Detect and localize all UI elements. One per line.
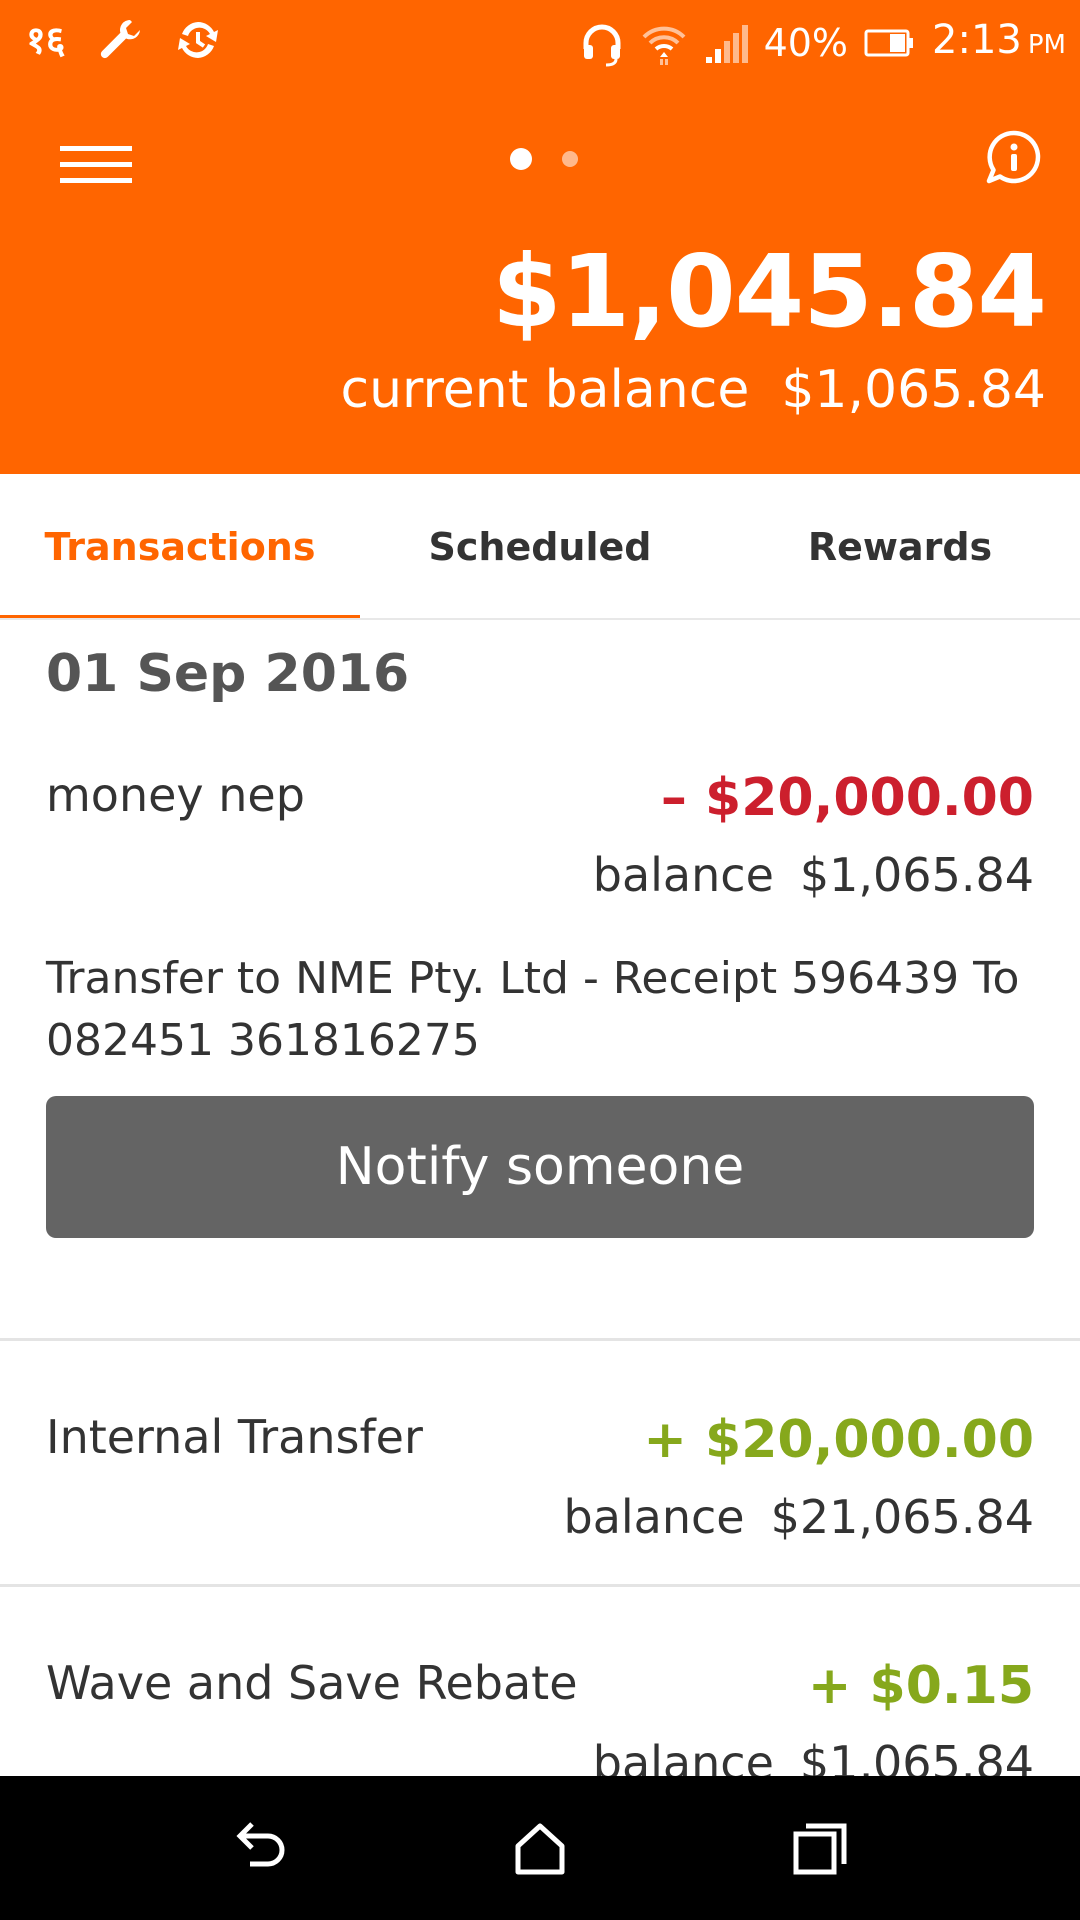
status-bar: १६ 40% 2:13 PM — [0, 0, 1080, 82]
transaction-name: money nep — [46, 768, 305, 822]
available-balance: $1,045.84 — [491, 233, 1047, 350]
wifi-icon — [642, 26, 686, 65]
tab-transactions[interactable]: Transactions — [0, 474, 360, 620]
current-balance-label: current balance — [340, 360, 750, 420]
info-chat-icon[interactable] — [984, 128, 1044, 188]
row-divider — [0, 1584, 1080, 1587]
hamburger-icon — [60, 146, 132, 183]
home-button[interactable] — [495, 1803, 585, 1893]
tab-rewards[interactable]: Rewards — [720, 474, 1080, 620]
date-header: 01 Sep 2016 — [46, 644, 410, 704]
transaction-name: Wave and Save Rebate — [46, 1656, 578, 1710]
transaction-balance: balance $21,065.84 — [564, 1490, 1035, 1544]
wrench-icon — [100, 20, 140, 59]
balance-value: $21,065.84 — [770, 1490, 1034, 1544]
tab-bar: Transactions Scheduled Rewards — [0, 474, 1080, 620]
signal-icon — [705, 24, 748, 63]
transaction-amount: + $0.15 — [807, 1656, 1034, 1716]
transaction-item[interactable]: Wave and Save Rebate + $0.15 balance $1,… — [0, 1656, 1080, 1776]
battery-icon — [864, 29, 914, 56]
current-balance-row: current balance $1,065.84 — [341, 358, 1047, 422]
transaction-amount: – $20,000.00 — [660, 768, 1034, 828]
home-icon — [515, 1823, 565, 1875]
recents-icon — [793, 1823, 847, 1875]
page-dot-active — [510, 148, 532, 170]
transaction-item[interactable]: money nep – $20,000.00 balance $1,065.84… — [0, 768, 1080, 1268]
tab-scheduled[interactable]: Scheduled — [360, 474, 720, 620]
status-bar-left: १६ — [26, 14, 222, 66]
transaction-name: Internal Transfer — [46, 1410, 423, 1464]
page-dot[interactable] — [562, 151, 578, 167]
balance-label: balance — [592, 1736, 774, 1776]
balance-label: balance — [563, 1490, 745, 1544]
transaction-balance: balance $1,065.84 — [593, 848, 1034, 902]
headset-icon — [583, 24, 621, 66]
transaction-item[interactable]: Internal Transfer + $20,000.00 balance $… — [0, 1410, 1080, 1570]
balance-header: $1,045.84 current balance $1,065.84 — [0, 82, 1080, 474]
back-button[interactable] — [215, 1803, 305, 1893]
balance-value: $1,065.84 — [799, 1736, 1034, 1776]
status-time: 2:13 PM — [932, 14, 1066, 71]
recents-button[interactable] — [775, 1803, 865, 1893]
balance-value: $1,065.84 — [799, 848, 1034, 902]
status-bar-right: 40% 2:13 PM — [578, 14, 1066, 71]
notification-glyph: १६ — [26, 18, 66, 62]
system-nav-bar — [0, 1776, 1080, 1920]
time-ampm: PM — [1027, 30, 1066, 60]
transaction-list[interactable]: 01 Sep 2016 money nep – $20,000.00 balan… — [0, 620, 1080, 1776]
time-value: 2:13 — [932, 17, 1022, 63]
transaction-amount: + $20,000.00 — [643, 1410, 1034, 1470]
transaction-description: Transfer to NME Pty. Ltd - Receipt 59643… — [46, 953, 1020, 1066]
balance-label: balance — [592, 848, 774, 902]
sync-icon — [177, 22, 218, 58]
notify-someone-button[interactable]: Notify someone — [46, 1096, 1034, 1238]
battery-percent: 40% — [763, 20, 849, 65]
current-balance-value: $1,065.84 — [781, 360, 1046, 420]
page-indicator — [510, 148, 578, 170]
menu-button[interactable] — [56, 132, 136, 198]
back-icon — [236, 1822, 285, 1867]
transaction-balance: balance $1,065.84 — [593, 1736, 1034, 1776]
row-divider — [0, 1338, 1080, 1341]
